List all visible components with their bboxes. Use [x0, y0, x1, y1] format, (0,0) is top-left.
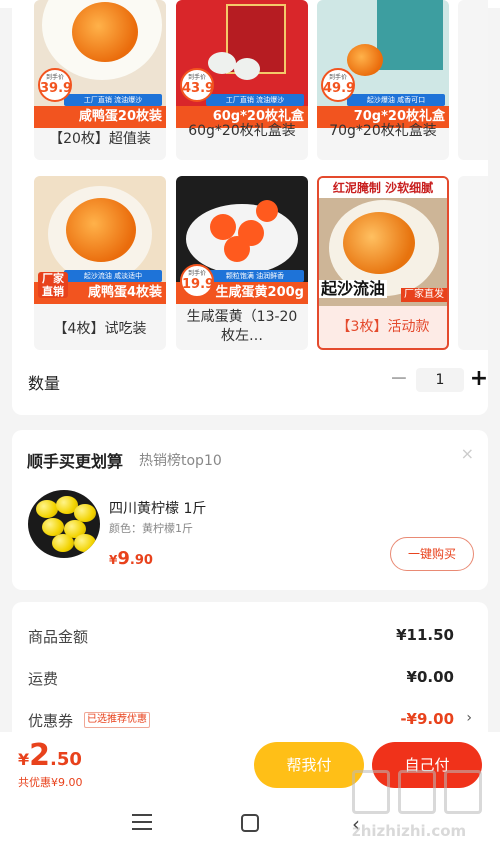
variant-option-6-selected[interactable]: 红泥腌制 沙软细腻 起沙流油 厂家直发 【3枚】活动款 [317, 176, 449, 350]
variant-caption: 【20枚】超值装 [49, 131, 151, 147]
total-price: ¥2.50 [18, 738, 82, 773]
variant-option-5[interactable]: 颗粒饱满 油润鲜香 生咸蛋黄200g 到手价 19.9 生咸蛋黄（13-20枚左… [176, 176, 308, 350]
variant-image: 起沙流油 咸淡适中 咸鸭蛋4枚装 厂家直销 [34, 176, 166, 304]
one-click-buy-button[interactable]: 一键购买 [390, 537, 474, 571]
coupon-value: -¥9.00 [400, 710, 454, 728]
coupon-row[interactable]: 优惠券 已选推荐优惠 -¥9.00 › [28, 710, 472, 730]
price-bubble: 到手价 49.9 [321, 68, 355, 102]
variant-option-1[interactable]: 工厂直销 流油爆沙 咸鸭蛋20枚装 到手价 39.9 【20枚】超值装 [34, 0, 166, 160]
variant-caption: 70g*20枚礼盒装 [329, 123, 437, 139]
upsell-subtitle: 热销榜top10 [139, 453, 222, 469]
shipping-value: ¥0.00 [406, 668, 454, 686]
chevron-right-icon[interactable]: › [466, 710, 472, 726]
variant-image: 起沙爆油 咸香可口 70g*20枚礼盒 到手价 49.9 [317, 0, 449, 128]
order-summary-card: 商品金额 ¥11.50 运费 ¥0.00 优惠券 已选推荐优惠 -¥9.00 › [12, 602, 488, 752]
menu-icon[interactable] [132, 814, 152, 832]
variant-option-4[interactable]: 起沙流油 咸淡适中 咸鸭蛋4枚装 厂家直销 【4枚】试吃装 [34, 176, 166, 350]
variant-option-3[interactable]: 起沙爆油 咸香可口 70g*20枚礼盒 到手价 49.9 70g*20枚礼盒装 [317, 0, 449, 160]
coupon-label: 优惠券 [28, 712, 74, 730]
help-me-pay-button[interactable]: 帮我付 [254, 742, 364, 788]
goods-amount-value: ¥11.50 [396, 626, 454, 644]
factory-tag: 厂家直销 [38, 272, 68, 298]
variant-subline: 起沙流油 咸淡适中 [64, 270, 162, 282]
shipping-row: 运费 ¥0.00 [28, 668, 472, 688]
variant-image: 工厂直销 流油爆沙 60g*20枚礼盒 到手价 43.9 [176, 0, 308, 128]
watermark: zhizhizhi.com [352, 770, 492, 840]
total-discount-text: 共优惠¥9.00 [18, 776, 83, 789]
watermark-text: zhizhizhi.com [352, 822, 467, 840]
quantity-decrease-button[interactable]: − [388, 368, 410, 392]
lemon-product-image[interactable] [28, 490, 100, 558]
variant-bottom-text: 起沙流油 [319, 279, 388, 298]
price-bubble: 到手价 19.9 [180, 264, 214, 298]
variant-option-partial[interactable] [458, 0, 488, 160]
upsell-product-attribute: 颜色：黄柠檬1斤 [109, 522, 193, 535]
upsell-card: 顺手买更划算 热销榜top10 × 四川黄柠檬 1斤 颜色：黄柠檬1斤 ¥9.9… [12, 430, 488, 590]
sku-selector-card: 工厂直销 流油爆沙 咸鸭蛋20枚装 到手价 39.9 【20枚】超值装 工厂直销… [12, 0, 488, 415]
variant-option-partial[interactable] [458, 176, 488, 350]
price-bubble: 到手价 39.9 [38, 68, 72, 102]
home-icon[interactable] [241, 814, 259, 832]
variant-image: 工厂直销 流油爆沙 咸鸭蛋20枚装 到手价 39.9 [34, 0, 166, 128]
variant-subline: 工厂直销 流油爆沙 [64, 94, 162, 106]
coupon-recommended-tag: 已选推荐优惠 [84, 712, 150, 728]
quantity-input[interactable]: 1 [416, 368, 464, 392]
quantity-label: 数量 [28, 374, 61, 393]
variant-caption: 【4枚】试吃装 [53, 321, 147, 337]
close-icon[interactable]: × [461, 444, 474, 463]
variant-caption: 【3枚】活动款 [336, 319, 430, 335]
variant-caption: 60g*20枚礼盒装 [188, 123, 296, 139]
variant-image: 红泥腌制 沙软细腻 起沙流油 厂家直发 [319, 178, 447, 306]
variant-subline: 颗粒饱满 油润鲜香 [206, 270, 304, 282]
variant-option-2[interactable]: 工厂直销 流油爆沙 60g*20枚礼盒 到手价 43.9 60g*20枚礼盒装 [176, 0, 308, 160]
upsell-product-name[interactable]: 四川黄柠檬 1斤 [109, 498, 206, 518]
quantity-increase-button[interactable]: + [468, 368, 488, 392]
variant-top-banner: 红泥腌制 沙软细腻 [319, 178, 447, 198]
goods-amount-label: 商品金额 [28, 628, 89, 646]
goods-amount-row: 商品金额 ¥11.50 [28, 626, 472, 646]
factory-tag: 厂家直发 [401, 288, 447, 302]
shipping-label: 运费 [28, 670, 59, 688]
variant-image: 颗粒饱满 油润鲜香 生咸蛋黄200g 到手价 19.9 [176, 176, 308, 304]
quantity-row: 数量 − 1 + [28, 368, 488, 394]
variant-caption: 生咸蛋黄（13-20枚左… [186, 309, 298, 344]
variant-banner: 咸鸭蛋20枚装 [34, 106, 166, 128]
upsell-title: 顺手买更划算 [27, 452, 124, 471]
upsell-product-price: ¥9.90 [109, 548, 153, 569]
price-bubble: 到手价 43.9 [180, 68, 214, 102]
variant-subline: 起沙爆油 咸香可口 [347, 94, 445, 106]
variant-subline: 工厂直销 流油爆沙 [206, 94, 304, 106]
